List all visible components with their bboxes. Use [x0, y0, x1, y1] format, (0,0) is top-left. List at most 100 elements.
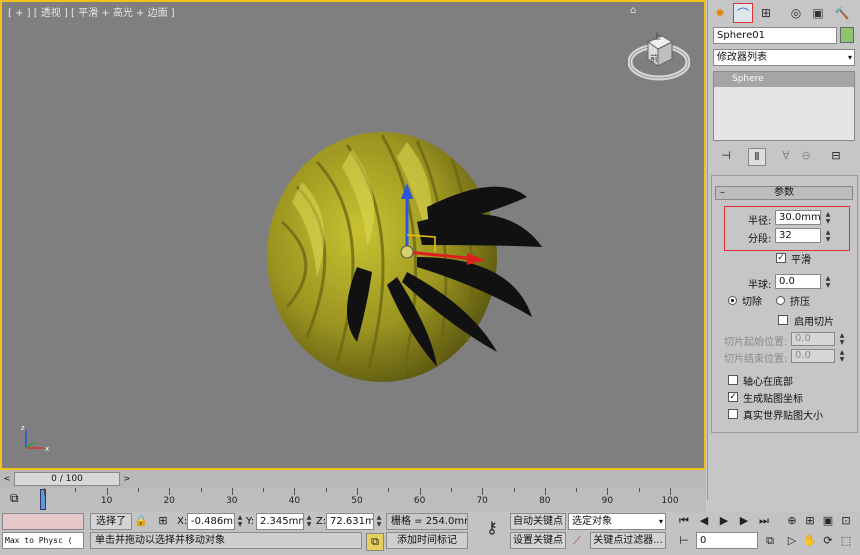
twisted-sphere-object[interactable]	[257, 127, 557, 392]
x-coordinate-field[interactable]: -0.486mm	[187, 513, 235, 530]
motion-tab-icon[interactable]: ◎	[786, 3, 806, 23]
key-mode-value: 选定对象	[572, 516, 612, 527]
hemisphere-field[interactable]: 0.0	[775, 274, 821, 289]
object-color-swatch[interactable]	[840, 27, 854, 43]
key-tangent-icon[interactable]: ⟋	[569, 533, 585, 549]
x-spinner-icon[interactable]: ▲ ▼	[236, 514, 244, 529]
squash-radio[interactable]	[776, 296, 785, 305]
real-world-map-size-label: 真实世界贴图大小	[743, 411, 823, 422]
modifier-stack[interactable]: Sphere	[713, 71, 855, 141]
prev-frame-arrow-icon[interactable]: <	[2, 472, 12, 486]
current-frame-field[interactable]: 0	[696, 532, 758, 549]
next-frame-icon[interactable]: ▶	[736, 513, 752, 529]
time-tag-icon[interactable]: ⧉	[366, 533, 384, 551]
object-name-field[interactable]: Sphere01	[713, 27, 837, 44]
pin-stack-icon[interactable]: ⊣	[718, 148, 734, 164]
y-spinner-icon[interactable]: ▲ ▼	[305, 514, 313, 529]
make-unique-icon[interactable]: ∀	[778, 148, 794, 164]
maxscript-listener-red[interactable]	[2, 513, 84, 530]
y-coordinate-field[interactable]: 2.345mm	[256, 513, 304, 530]
key-mode-dropdown[interactable]: 选定对象 ▾	[568, 513, 666, 530]
previous-frame-icon[interactable]: ◀	[696, 513, 712, 529]
real-world-map-size-checkbox[interactable]	[728, 409, 738, 419]
ruler-tick	[357, 488, 358, 495]
pan-view-icon[interactable]: ✋	[802, 533, 818, 549]
ruler-tick	[75, 488, 77, 492]
next-frame-arrow-icon[interactable]: >	[122, 472, 132, 486]
segments-field[interactable]: 32	[775, 228, 821, 243]
time-configuration-icon[interactable]: ⧉	[762, 533, 778, 549]
zoom-icon[interactable]: ⊕	[784, 513, 800, 529]
slice-from-field[interactable]: 0.0	[791, 332, 835, 346]
hemisphere-spinner-icon[interactable]: ▲ ▼	[824, 275, 832, 290]
radius-field[interactable]: 30.0mm	[775, 210, 821, 225]
viewcube-top-label: 上	[653, 32, 661, 41]
absolute-mode-icon[interactable]: ⊞	[156, 513, 170, 529]
modify-tab-icon[interactable]: ⌒	[733, 3, 753, 23]
slice-to-field[interactable]: 0.0	[791, 349, 835, 363]
maxscript-listener-input[interactable]: Max to Physc (	[2, 532, 84, 549]
viewport-label-menu[interactable]: [ + ] [ 透视 ] [ 平滑 + 高光 + 边面 ]	[8, 4, 175, 19]
segments-spinner-icon[interactable]: ▲ ▼	[824, 229, 832, 244]
ruler-tick	[169, 488, 171, 495]
ruler-tick	[231, 488, 233, 495]
add-time-tag-button[interactable]: 添加时间标记	[386, 532, 468, 549]
parameters-rollout-header[interactable]: – 参数	[715, 186, 853, 200]
ruler-tick-label: 70	[476, 496, 488, 506]
key-filters-button[interactable]: 关键点过滤器...	[590, 532, 666, 549]
ruler-tick	[263, 488, 265, 492]
y-label: Y:	[246, 516, 255, 527]
auto-key-button[interactable]: 自动关键点	[510, 513, 566, 530]
maximize-viewport-icon[interactable]: ⬚	[838, 533, 854, 549]
ruler-tick	[544, 488, 546, 495]
remove-modifier-icon[interactable]: ⊖	[798, 148, 814, 164]
set-key-button[interactable]: 设置关键点	[510, 532, 566, 549]
gen-map-coords-checkbox[interactable]: ✓	[728, 392, 738, 402]
slice-on-checkbox[interactable]	[778, 315, 788, 325]
collapse-icon: –	[720, 187, 725, 198]
slice-from-spinner-icon[interactable]: ▲ ▼	[838, 332, 846, 347]
ruler-tick	[388, 488, 390, 492]
hemisphere-label: 半球:	[748, 280, 772, 291]
hierarchy-tab-icon[interactable]: ⊞	[756, 3, 776, 23]
viewcube-home-icon[interactable]: ⌂	[630, 5, 636, 16]
z-coordinate-field[interactable]: 72.631mm	[326, 513, 374, 530]
create-tab-icon[interactable]: ✹	[710, 3, 730, 23]
orbit-icon[interactable]: ⟳	[820, 533, 836, 549]
zoom-all-icon[interactable]: ⊞	[802, 513, 818, 529]
z-spinner-icon[interactable]: ▲ ▼	[375, 514, 383, 529]
ruler-tick	[137, 488, 139, 492]
display-tab-icon[interactable]: ▣	[808, 3, 828, 23]
slice-to-spinner-icon[interactable]: ▲ ▼	[838, 349, 846, 364]
lock-selection-icon[interactable]: 🔒	[134, 513, 148, 529]
ruler-tick	[638, 488, 640, 492]
smooth-checkbox[interactable]: ✓	[776, 253, 786, 263]
set-key-icon[interactable]: ⚷	[480, 520, 504, 536]
ruler-tick-label: 20	[163, 496, 175, 506]
play-icon[interactable]: ▶	[716, 513, 732, 529]
segments-label: 分段:	[748, 234, 772, 245]
configure-modifier-sets-icon[interactable]: ⊟	[828, 148, 844, 164]
track-bar[interactable]: ⧉ 10 20 30 40 50 60 70 80 90 100	[0, 488, 706, 512]
ruler-tick	[200, 488, 202, 492]
time-slider-thumb[interactable]: 0 / 100	[14, 472, 120, 486]
go-to-start-icon[interactable]: ⏮	[676, 513, 692, 529]
field-of-view-icon[interactable]: ▷	[784, 533, 800, 549]
zoom-extents-all-icon[interactable]: ⊡	[838, 513, 854, 529]
perspective-viewport[interactable]: [ + ] [ 透视 ] [ 平滑 + 高光 + 边面 ] ⌂ 上 前 z x	[0, 0, 706, 470]
ruler-tick-label: 60	[413, 496, 426, 506]
base-to-pivot-checkbox[interactable]	[728, 375, 738, 385]
mini-curve-editor-icon[interactable]: ⧉	[10, 491, 19, 506]
status-bar: Max to Physc ( 选择了 🔒 ⊞ X: -0.486mm ▲▼ Y:…	[0, 512, 860, 555]
zoom-extents-icon[interactable]: ▣	[820, 513, 836, 529]
utilities-tab-icon[interactable]: 🔨	[832, 3, 852, 23]
ruler-tick	[576, 488, 578, 492]
slice-from-label: 切片起始位置:	[724, 337, 788, 348]
radius-spinner-icon[interactable]: ▲ ▼	[824, 211, 832, 226]
stack-item-sphere[interactable]: Sphere	[714, 72, 854, 87]
chop-radio[interactable]	[728, 296, 737, 305]
modifier-list-dropdown[interactable]: 修改器列表 ▾	[713, 49, 855, 66]
show-end-result-icon[interactable]: Ⅱ	[748, 148, 766, 166]
go-to-end-icon[interactable]: ⏭	[756, 513, 772, 529]
key-mode-toggle-icon[interactable]: ⊢	[676, 533, 692, 549]
